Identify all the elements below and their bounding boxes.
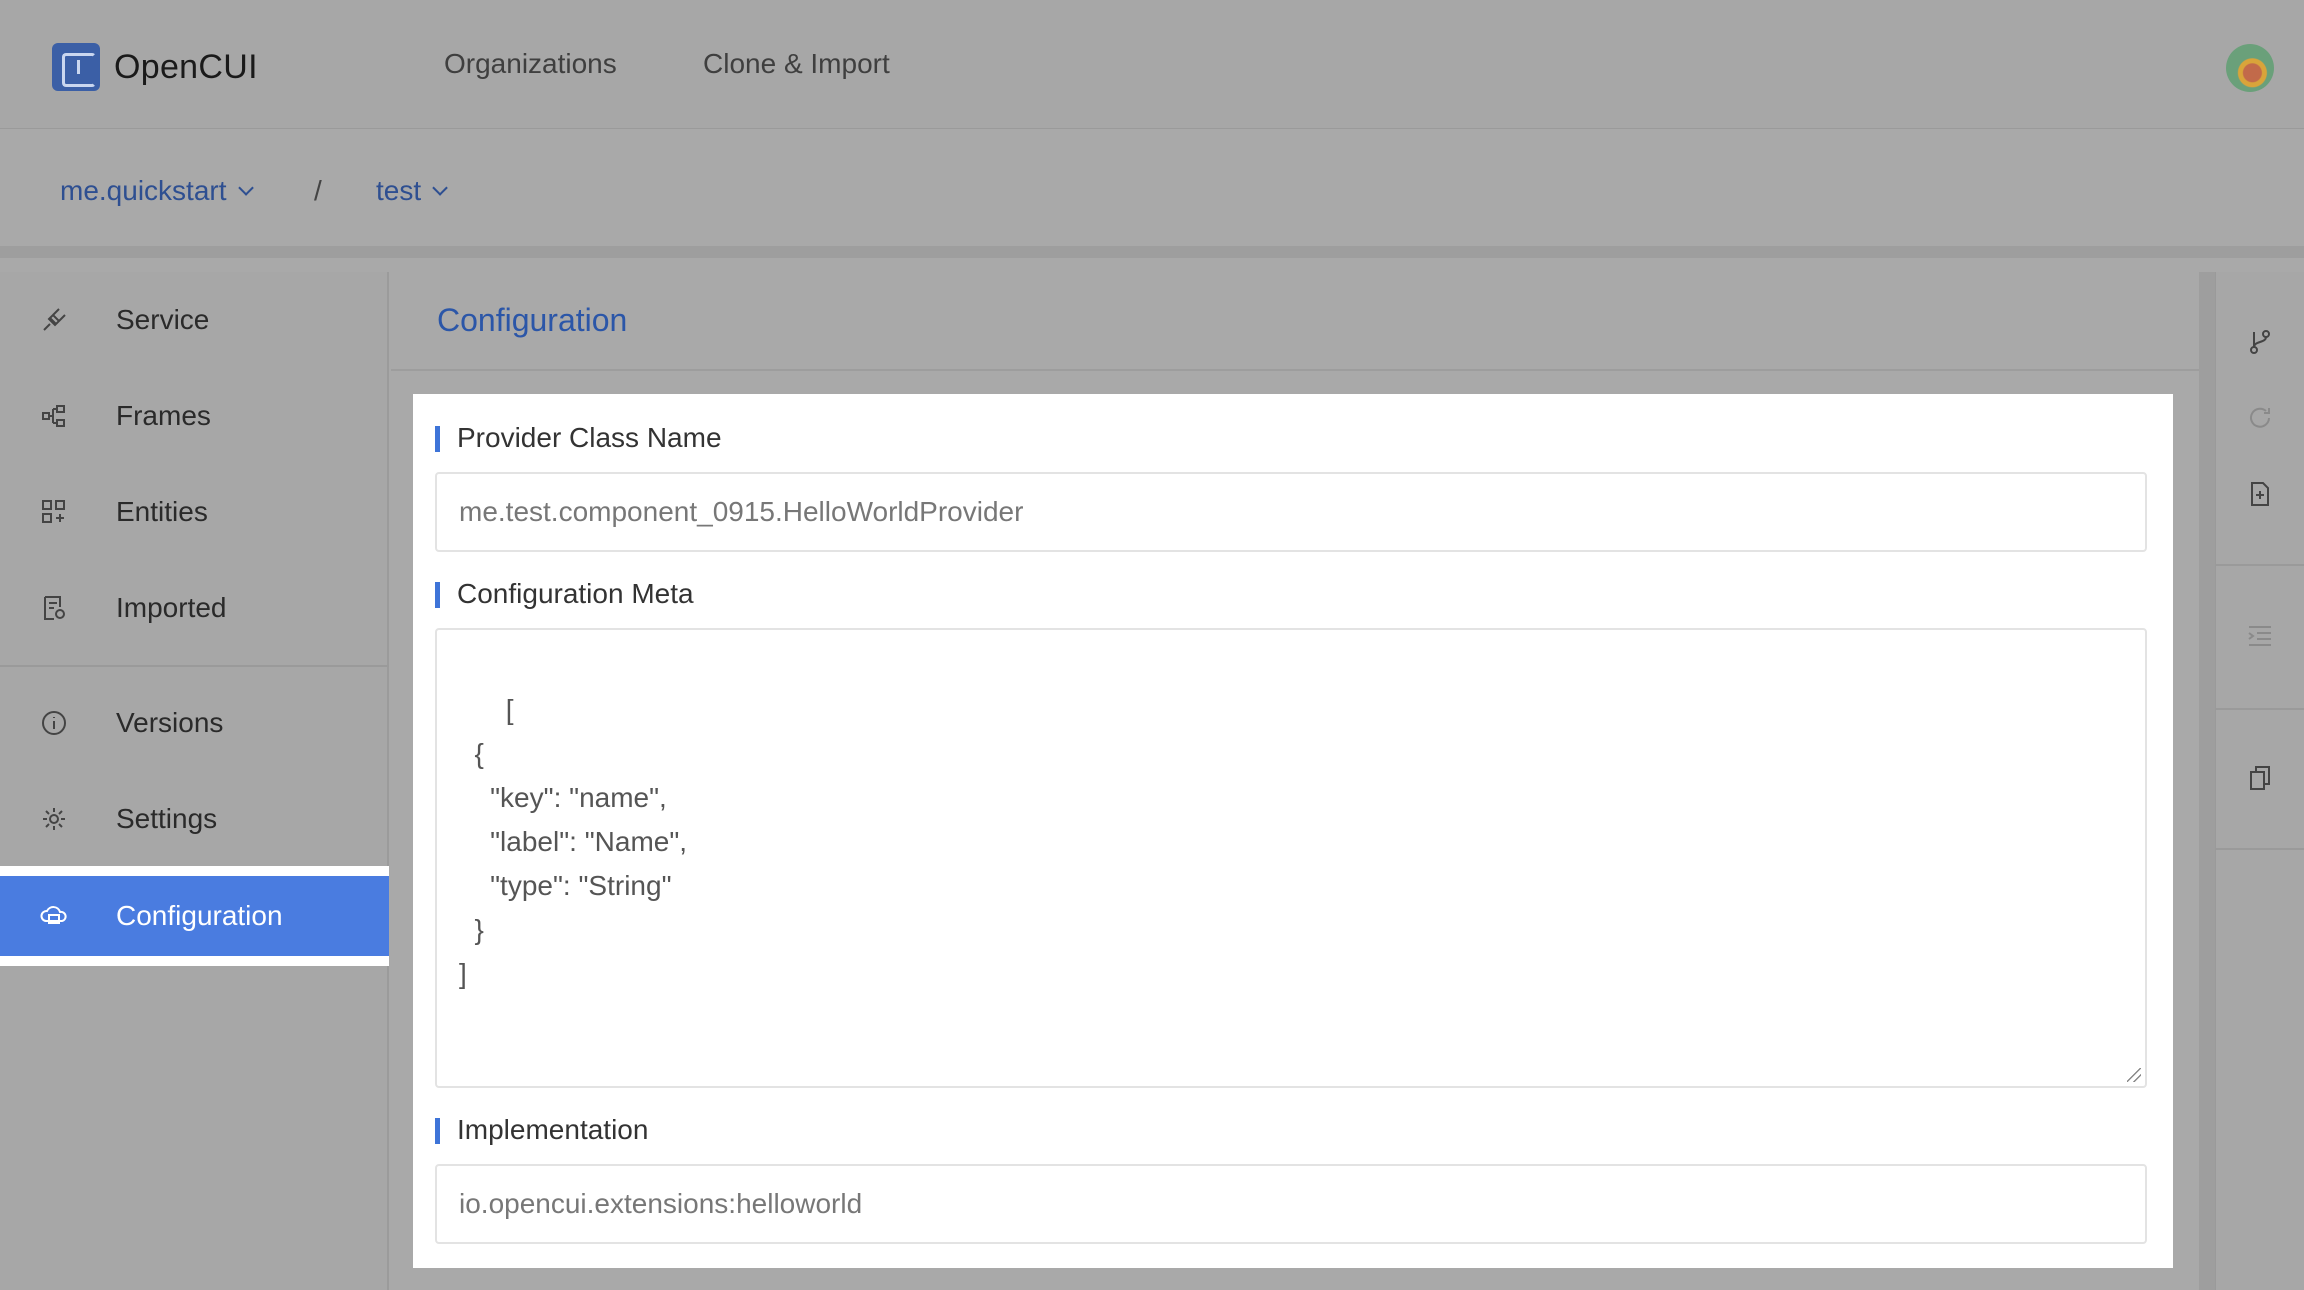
configuration-meta-text: [ { "key": "name", "label": "Name", "typ…	[459, 694, 688, 989]
sidebar-item-configuration[interactable]: Configuration	[0, 866, 389, 966]
app-name: OpenCUI	[114, 47, 258, 86]
toolbar-divider	[2216, 708, 2304, 710]
imported-doc-icon	[40, 594, 68, 622]
breadcrumb-project-label: test	[376, 175, 422, 206]
provider-class-input[interactable]: me.test.component_0915.HelloWorldProvide…	[435, 472, 2147, 552]
sidebar-item-label: Frames	[116, 400, 211, 431]
nav-organizations[interactable]: Organizations	[444, 48, 617, 80]
chevron-down-icon	[237, 179, 254, 196]
breadcrumb-project-dropdown[interactable]: test	[376, 175, 448, 207]
configuration-meta-label: Configuration Meta	[435, 578, 694, 610]
configuration-meta-textarea[interactable]: [ { "key": "name", "label": "Name", "typ…	[435, 628, 2147, 1088]
title-divider	[391, 369, 2199, 371]
breadcrumb-separator: /	[314, 175, 322, 206]
opencui-logo-icon	[52, 43, 100, 91]
implementation-input[interactable]: io.opencui.extensions:helloworld	[435, 1164, 2147, 1244]
toolbar-divider	[2216, 564, 2304, 566]
copy-icon[interactable]	[2246, 764, 2274, 792]
right-toolbar	[2215, 272, 2304, 1290]
chevron-down-icon	[432, 179, 448, 196]
sidebar-item-label: Service	[116, 304, 210, 335]
breadcrumb: me.quickstart / test	[0, 130, 2304, 258]
sidebar-item-imported[interactable]: Imported	[0, 568, 389, 648]
info-circle-icon	[40, 709, 68, 737]
sidebar-item-frames[interactable]: Frames	[0, 376, 389, 456]
scrollbar[interactable]	[2199, 272, 2215, 1290]
sidebar: Service Frames Entities Imported Version…	[0, 272, 389, 1290]
main-content: Configuration Provider Class Name me.tes…	[391, 272, 2199, 1290]
document-plus-icon[interactable]	[2246, 480, 2274, 508]
sidebar-item-label: Imported	[116, 592, 227, 623]
sidebar-item-label: Settings	[116, 803, 218, 834]
logo[interactable]: OpenCUI	[52, 43, 258, 91]
sidebar-item-service[interactable]: Service	[0, 280, 389, 360]
sidebar-item-entities[interactable]: Entities	[0, 472, 389, 552]
cloud-config-icon	[40, 902, 68, 930]
gear-icon	[40, 805, 68, 833]
configuration-form: Provider Class Name me.test.component_09…	[413, 394, 2173, 1268]
sidebar-item-versions[interactable]: Versions	[0, 683, 389, 763]
breadcrumb-org-label: me.quickstart	[60, 175, 227, 206]
sidebar-divider	[0, 665, 389, 667]
avatar[interactable]	[2226, 44, 2274, 92]
plug-icon	[40, 306, 68, 334]
sidebar-item-label: Versions	[116, 707, 224, 738]
provider-class-label: Provider Class Name	[435, 422, 722, 454]
indent-icon[interactable]	[2246, 622, 2274, 650]
sidebar-item-label: Configuration	[116, 900, 283, 931]
entities-grid-icon	[40, 498, 68, 526]
toolbar-divider	[2216, 848, 2304, 850]
implementation-label: Implementation	[435, 1114, 648, 1146]
refresh-icon[interactable]	[2246, 404, 2274, 432]
sidebar-item-label: Entities	[116, 496, 208, 527]
frames-icon	[40, 402, 68, 430]
page-title: Configuration	[437, 302, 628, 338]
sidebar-item-settings[interactable]: Settings	[0, 779, 389, 859]
branch-icon[interactable]	[2246, 328, 2274, 356]
breadcrumb-org-dropdown[interactable]: me.quickstart	[60, 175, 254, 207]
nav-clone-import[interactable]: Clone & Import	[703, 48, 890, 80]
resize-handle-icon[interactable]	[2127, 1068, 2141, 1082]
top-header: OpenCUI Organizations Clone & Import	[0, 0, 2304, 129]
